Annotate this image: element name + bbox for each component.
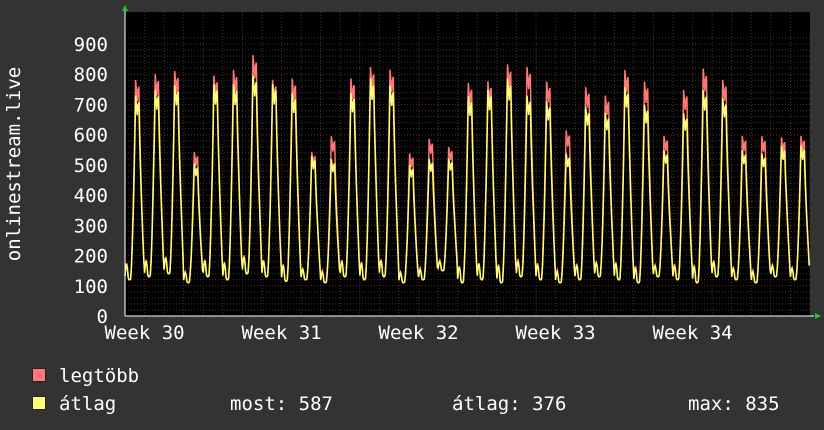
legend-swatch-avg [32,396,46,410]
legend-label-max: legtöbb [59,365,140,387]
x-tick-label: Week 30 [105,322,185,344]
y-tick-label: 400 [74,185,108,207]
legend-row-max: legtöbb [32,362,822,390]
x-axis-arrow [815,313,821,319]
x-tick-label: Week 31 [242,322,322,344]
y-tick-label: 100 [74,276,108,298]
y-tick-label: 600 [74,125,108,147]
stat-max: max: 835 [688,393,780,415]
legend-row-avg: átlag most: 587 átlag: 376 max: 835 [32,390,822,418]
y-tick-label: 200 [74,246,108,268]
y-axis-label: onlinestream.live [3,67,25,261]
y-tick-label: 700 [74,94,108,116]
legend: legtöbb átlag most: 587 átlag: 376 max: … [32,362,822,418]
y-tick-label: 900 [74,34,108,56]
y-tick-label: 500 [74,155,108,177]
legend-label-avg: átlag [59,393,117,415]
x-tick-label: Week 33 [516,322,596,344]
legend-swatch-max [32,368,46,382]
stat-average: átlag: 376 [452,393,567,415]
y-tick-label: 300 [74,215,108,237]
x-tick-label: Week 32 [379,322,459,344]
x-tick-label: Week 34 [653,322,733,344]
y-tick-label: 800 [74,64,108,86]
stat-current: most: 587 [230,393,333,415]
y-axis-arrow [122,5,128,11]
